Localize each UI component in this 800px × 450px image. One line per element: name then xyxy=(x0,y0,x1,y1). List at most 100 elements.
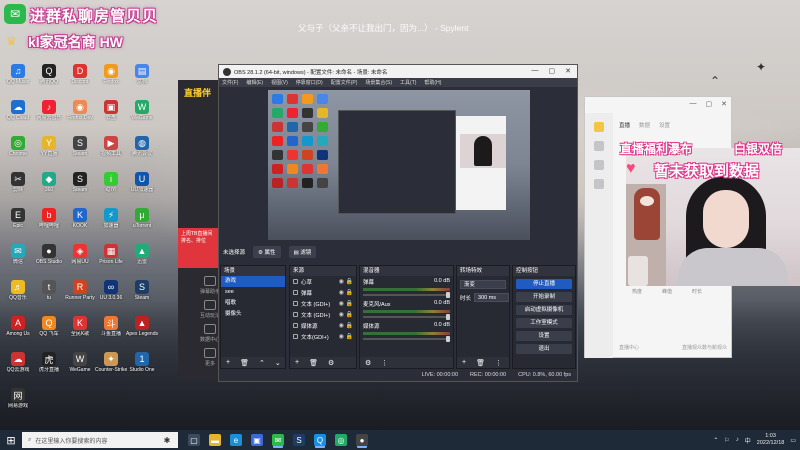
menu-scene-collection[interactable]: 场景集合(S) xyxy=(365,79,392,86)
menu-docks[interactable]: 停靠窗口(D) xyxy=(296,79,323,86)
desktop-shortcut[interactable]: Y YY直播 xyxy=(33,136,65,157)
footer-link[interactable]: 直播中心 xyxy=(619,344,639,351)
volume-slider[interactable] xyxy=(363,336,450,342)
desktop-shortcut[interactable]: D Discord xyxy=(64,64,96,85)
desktop-shortcut[interactable]: K KOOK xyxy=(64,208,96,229)
minimize-icon[interactable]: — xyxy=(690,100,697,108)
start-button[interactable]: ⊞ xyxy=(0,430,22,450)
maximize-icon[interactable]: ▢ xyxy=(706,100,713,108)
file-explorer-icon[interactable]: ▬ xyxy=(209,434,221,446)
desktop-shortcut[interactable]: 网网易游戏 xyxy=(2,388,34,409)
desktop-shortcut[interactable]: ▣ 云盘 xyxy=(95,100,127,121)
user-icon[interactable] xyxy=(594,179,604,189)
close-icon[interactable]: ✕ xyxy=(565,67,571,75)
menu-file[interactable]: 文件(F) xyxy=(222,79,238,86)
desktop-shortcut[interactable]: ▲ 迅雷 xyxy=(126,244,158,265)
minimize-icon[interactable]: — xyxy=(532,67,539,75)
desktop-shortcut[interactable]: A Among Us xyxy=(2,316,34,337)
clock[interactable]: 1:03 2022/12/18 xyxy=(757,433,785,447)
volume-icon[interactable]: ♪ xyxy=(736,437,739,443)
desktop-shortcut[interactable]: ▤ 文档 xyxy=(126,64,158,85)
ime-icon[interactable]: 中 xyxy=(745,436,751,445)
eye-icon[interactable]: ◉ 🔒 xyxy=(339,333,353,340)
desktop-shortcut[interactable]: U UU加速器 xyxy=(126,172,158,193)
chevron-up-icon[interactable]: ⌃ xyxy=(259,359,265,367)
gear-icon[interactable]: ⚙ xyxy=(328,359,334,367)
source-item[interactable]: 弹幕 ◉ 🔒 xyxy=(290,287,356,298)
eye-icon[interactable]: ◉ 🔒 xyxy=(339,300,353,307)
eye-icon[interactable]: ◉ 🔒 xyxy=(339,322,353,329)
more-icon[interactable]: ⋮ xyxy=(381,359,388,367)
exit-button[interactable]: 退出 xyxy=(516,344,572,354)
desktop-shortcut[interactable]: ♪ 网易云音乐 xyxy=(33,100,65,121)
volume-slider[interactable] xyxy=(363,292,450,298)
desktop-shortcut[interactable]: i iQIYI xyxy=(95,172,127,193)
source-item[interactable]: 文本 (GDI+) ◉ 🔒 xyxy=(290,298,356,309)
scene-item[interactable]: 摄像头 xyxy=(221,309,285,320)
tray-chevron-icon[interactable]: ⌃ xyxy=(713,437,718,444)
stop-streaming-button[interactable]: 停止直播 xyxy=(516,279,572,289)
desktop-shortcut[interactable]: ⚡ 加速器 xyxy=(95,208,127,229)
desktop-shortcut[interactable]: ✂ 剪映 xyxy=(2,172,34,193)
store-icon[interactable]: ▣ xyxy=(251,434,263,446)
virtual-camera-button[interactable]: 启动虚拟摄像机 xyxy=(516,305,572,315)
eye-icon[interactable]: ◉ 🔒 xyxy=(339,289,353,296)
menu-tools[interactable]: 工具(T) xyxy=(400,79,416,86)
tab-live[interactable]: 直播 xyxy=(619,121,630,129)
settings-button[interactable]: 设置 xyxy=(516,331,572,341)
scene-item[interactable]: 唱歌 xyxy=(221,298,285,309)
tab-data[interactable]: 数据 xyxy=(639,121,650,129)
desktop-shortcut[interactable]: S Steam xyxy=(126,280,158,301)
desktop-shortcut[interactable]: 1 Studio One xyxy=(126,352,158,373)
desktop-shortcut[interactable]: 斗斗鱼直播 xyxy=(95,316,127,337)
maximize-icon[interactable]: ▢ xyxy=(549,67,556,75)
eye-icon[interactable]: ◉ 🔒 xyxy=(339,278,353,285)
desktop-shortcut[interactable]: S Steam xyxy=(64,172,96,193)
desktop-shortcut[interactable]: W WeGame xyxy=(64,352,96,373)
trash-icon[interactable]: 🗑 xyxy=(240,359,249,367)
filters-button[interactable]: ▤ 滤镜 xyxy=(288,245,317,258)
tab-settings[interactable]: 设置 xyxy=(659,121,670,129)
desktop-shortcut[interactable]: ∞ UU 3.0.36 xyxy=(95,280,127,301)
chart-icon[interactable] xyxy=(594,141,604,151)
obs-title-bar[interactable]: OBS 28.1.2 (64-bit, windows) - 配置文件: 未命名… xyxy=(219,65,577,78)
source-item[interactable]: 心草 ◉ 🔒 xyxy=(290,276,356,287)
desktop-shortcut[interactable]: ▶ 视频工具 xyxy=(95,136,127,157)
source-item[interactable]: 媒体源 ◉ 🔒 xyxy=(290,320,356,331)
duration-input[interactable]: 300 ms xyxy=(474,293,509,302)
desktop-shortcut[interactable]: ◈ 网易UU xyxy=(64,244,96,265)
steam-icon[interactable]: S xyxy=(293,434,305,446)
properties-button[interactable]: ⚙ 属性 xyxy=(253,245,281,258)
desktop-shortcut[interactable]: Q 腾讯QQ xyxy=(33,64,65,85)
desktop-shortcut[interactable]: W WeGame xyxy=(126,100,158,121)
desktop-shortcut[interactable]: ☁ QQ Cloud xyxy=(2,100,34,121)
desktop-shortcut[interactable]: ◎ Chrome xyxy=(2,136,34,157)
wechat-icon[interactable]: ✉ xyxy=(272,434,284,446)
desktop-shortcut[interactable]: ◍ 腾讯会议 xyxy=(126,136,158,157)
notification-icon[interactable]: ▭ xyxy=(790,437,796,444)
desktop-shortcut[interactable]: S Steam xyxy=(64,136,96,157)
network-icon[interactable]: ⚐ xyxy=(724,437,729,444)
source-item[interactable]: 文本(GDI+) ◉ 🔒 xyxy=(290,331,356,342)
desktop-shortcut[interactable]: ☁ QQ云游戏 xyxy=(2,352,34,373)
edge-icon[interactable]: e xyxy=(230,434,242,446)
qq-icon[interactable]: Q xyxy=(314,434,326,446)
transition-select[interactable]: 渐变 xyxy=(460,280,506,289)
scene-item[interactable]: 游戏 xyxy=(221,276,285,287)
gift-icon[interactable] xyxy=(594,160,604,170)
desktop-shortcut[interactable]: ◆ 360 xyxy=(33,172,65,193)
chrome-icon[interactable]: ◎ xyxy=(335,434,347,446)
desktop-shortcut[interactable]: E Epic xyxy=(2,208,34,229)
task-view-icon[interactable]: ▢ xyxy=(188,434,200,446)
scene-item[interactable]: see xyxy=(221,287,285,298)
footer-link[interactable]: 直播观众数与新观众 xyxy=(682,344,727,351)
desktop-shortcut[interactable]: ● OBS Studio xyxy=(33,244,65,265)
desktop-shortcut[interactable]: ♬ QQ音乐 xyxy=(2,280,34,301)
taskbar-search[interactable]: ⌕ 在这里输入你要搜索的内容 xyxy=(22,432,156,448)
settings-icon[interactable]: ⚙ xyxy=(365,359,371,367)
desktop-shortcut[interactable]: 虎虎牙直播 xyxy=(33,352,65,373)
obs-preview[interactable] xyxy=(268,90,530,240)
desktop-shortcut[interactable]: ◉ Firefox xyxy=(95,64,127,85)
menu-help[interactable]: 帮助(H) xyxy=(424,79,441,86)
source-item[interactable]: 文本 (GDI+) ◉ 🔒 xyxy=(290,309,356,320)
